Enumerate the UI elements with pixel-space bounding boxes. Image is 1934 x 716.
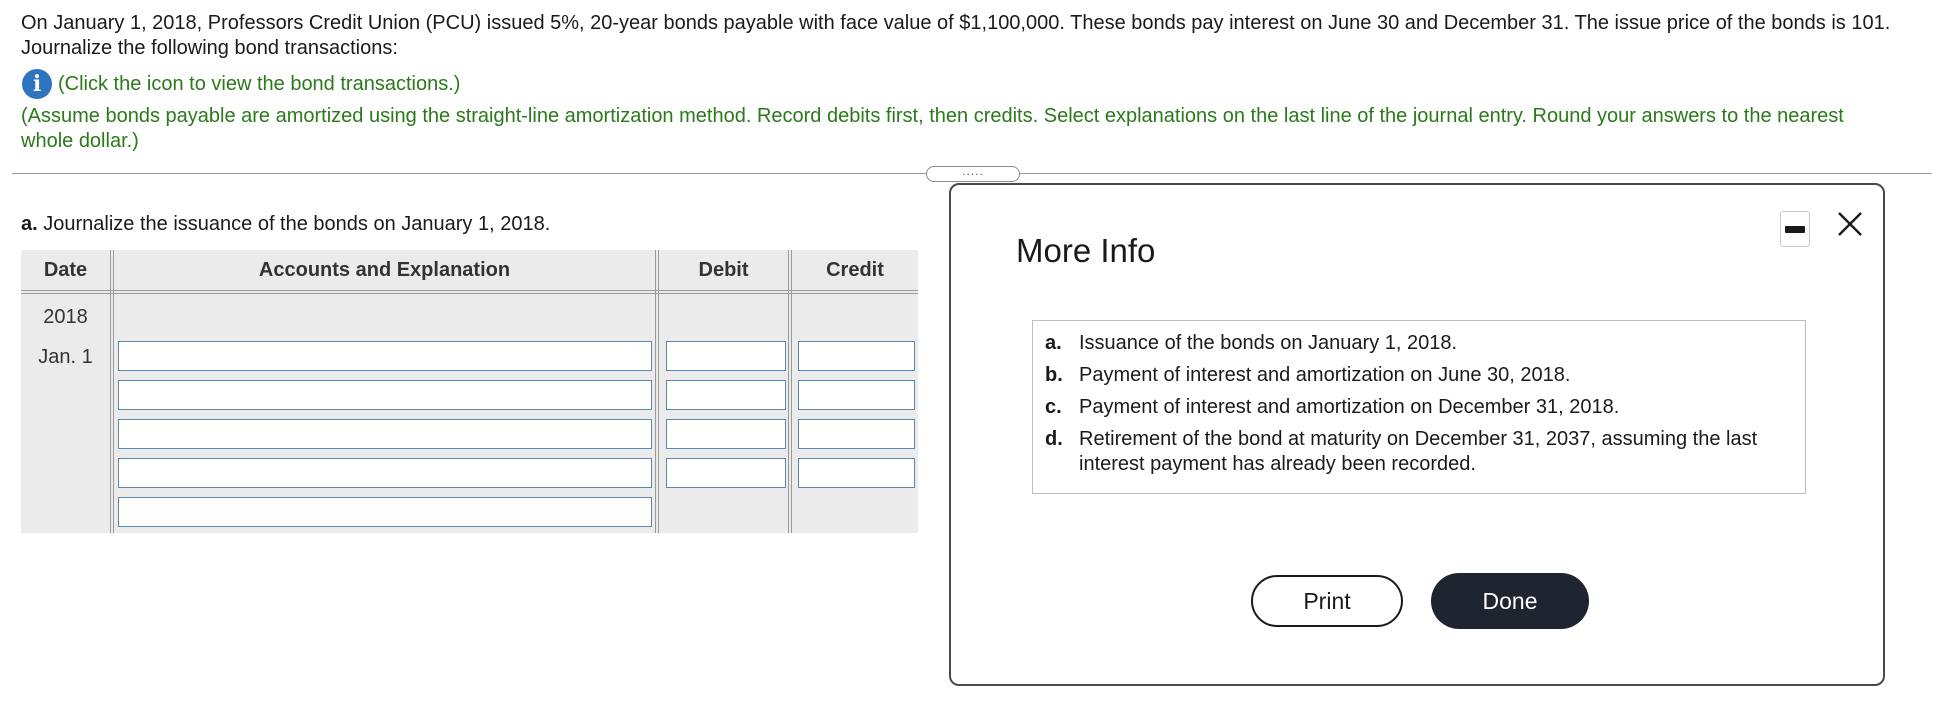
splitter-handle[interactable]: ..... — [926, 165, 1020, 182]
done-button[interactable]: Done — [1431, 573, 1589, 629]
item-text: Issuance of the bonds on January 1, 2018… — [1079, 332, 1458, 354]
info-link-row[interactable]: i (Click the icon to view the bond trans… — [22, 69, 460, 99]
debit-input-4[interactable] — [666, 458, 786, 488]
item-text: Payment of interest and amortization on … — [1079, 396, 1620, 418]
account-input-3[interactable] — [118, 419, 652, 449]
date-year: 2018 — [43, 306, 88, 328]
item-letter: c. — [1045, 396, 1062, 418]
header-debit: Debit — [698, 259, 749, 281]
header-divider — [21, 290, 918, 294]
more-info-dialog: More Info a. Issuance of the bonds on Ja… — [949, 183, 1885, 686]
debit-input-1[interactable] — [666, 341, 786, 371]
header-accounts: Accounts and Explanation — [258, 259, 511, 281]
transactions-list: a. Issuance of the bonds on January 1, 2… — [1032, 320, 1806, 494]
debit-input-2[interactable] — [666, 380, 786, 410]
item-letter: b. — [1045, 364, 1063, 386]
item-text: Payment of interest and amortization on … — [1079, 364, 1571, 386]
explanation-input[interactable] — [118, 497, 652, 527]
journal-table: Date Accounts and Explanation Debit Cred… — [21, 250, 918, 533]
credit-input-3[interactable] — [798, 419, 915, 449]
account-input-4[interactable] — [118, 458, 652, 488]
list-item: a. Issuance of the bonds on January 1, 2… — [1045, 331, 1789, 356]
part-a-letter: a. — [21, 213, 38, 235]
date-day: Jan. 1 — [38, 346, 93, 368]
debit-input-3[interactable] — [666, 419, 786, 449]
item-letter: d. — [1045, 428, 1063, 450]
list-item: c. Payment of interest and amortization … — [1045, 395, 1789, 420]
minimize-button[interactable] — [1780, 211, 1810, 247]
credit-input-1[interactable] — [798, 341, 915, 371]
close-icon — [1838, 212, 1862, 236]
list-item: b. Payment of interest and amortization … — [1045, 363, 1789, 388]
list-item: d. Retirement of the bond at maturity on… — [1045, 427, 1789, 477]
info-icon[interactable]: i — [22, 69, 52, 99]
header-credit: Credit — [826, 259, 884, 281]
dialog-title: More Info — [1016, 232, 1156, 269]
minimize-icon — [1785, 225, 1805, 233]
account-input-2[interactable] — [118, 380, 652, 410]
print-button[interactable]: Print — [1251, 575, 1403, 627]
close-button[interactable] — [1834, 205, 1866, 245]
part-a-text: Journalize the issuance of the bonds on … — [43, 213, 551, 235]
credit-input-4[interactable] — [798, 458, 915, 488]
item-text: Retirement of the bond at maturity on De… — [1079, 428, 1758, 475]
credit-input-2[interactable] — [798, 380, 915, 410]
instructions-text: (Assume bonds payable are amortized usin… — [21, 105, 1844, 152]
problem-statement: On January 1, 2018, Professors Credit Un… — [21, 12, 1891, 59]
info-link-text[interactable]: (Click the icon to view the bond transac… — [58, 73, 460, 96]
account-input-1[interactable] — [118, 341, 652, 371]
part-a-label: a. Journalize the issuance of the bonds … — [21, 213, 550, 236]
item-letter: a. — [1045, 332, 1062, 354]
header-date: Date — [43, 259, 88, 281]
